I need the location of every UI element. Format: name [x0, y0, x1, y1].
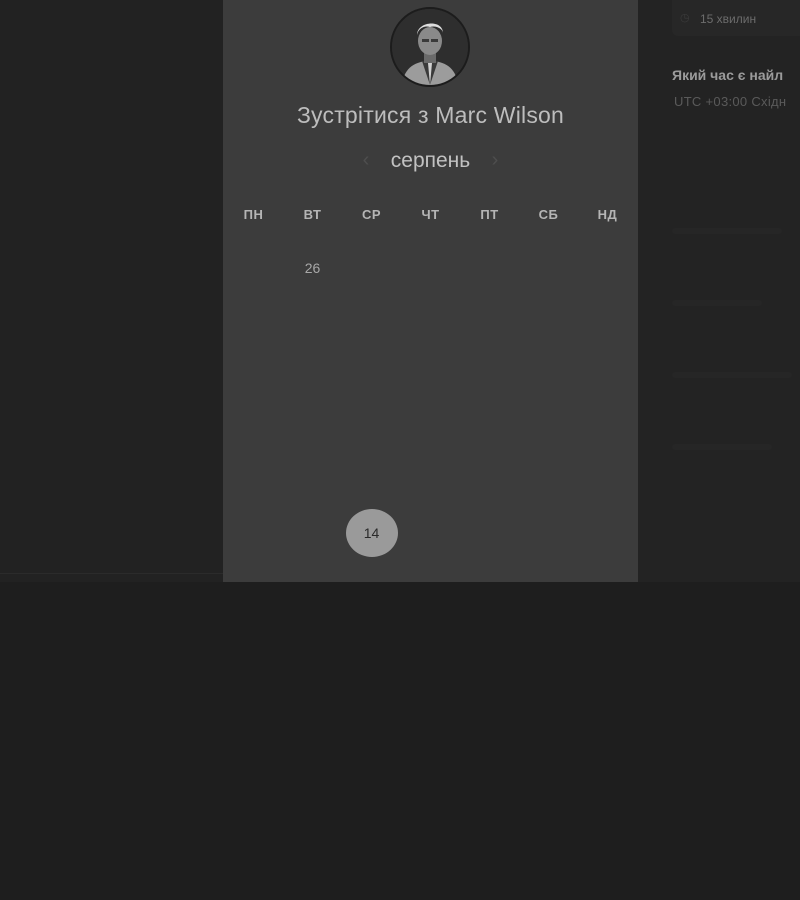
- calendar-week: 26: [223, 248, 638, 288]
- scheduler-modal: Зустрітися з Marc Wilson ‹ серпень › ПН …: [223, 0, 638, 582]
- placeholder-line: [672, 372, 792, 378]
- calendar-day-selected[interactable]: 14: [342, 509, 401, 557]
- calendar-day: [224, 301, 283, 341]
- calendar-week: 14: [223, 509, 638, 557]
- page: ◷ 15 хвилин Який час є найл UTC +03:00 С…: [0, 0, 800, 900]
- calendar-day: [224, 460, 283, 500]
- weekday-label: СБ: [538, 207, 559, 222]
- calendar-day: [401, 513, 460, 553]
- weekday-label: ВТ: [303, 207, 322, 222]
- calendar-day: [342, 301, 401, 341]
- chevron-right-icon[interactable]: ›: [485, 149, 505, 173]
- calendar-day: [342, 460, 401, 500]
- weekday-label: НД: [597, 207, 618, 222]
- weekday-label: ПН: [243, 207, 264, 222]
- calendar-day: [283, 301, 342, 341]
- calendar-day: [401, 301, 460, 341]
- duration-label: 15 хвилин: [700, 12, 757, 26]
- calendar-day: [519, 248, 578, 288]
- calendar-day-available[interactable]: 26: [283, 248, 342, 288]
- calendar-day: [224, 248, 283, 288]
- calendar-day: [519, 354, 578, 394]
- weekday-label: ЧТ: [421, 207, 440, 222]
- calendar-grid: ПН ВТ СР ЧТ ПТ СБ НД 26 14: [223, 195, 638, 575]
- calendar-day: [460, 248, 519, 288]
- calendar-day: [460, 301, 519, 341]
- duration-chip: ◷ 15 хвилин: [672, 0, 800, 36]
- clock-icon: ◷: [680, 12, 690, 24]
- calendar-day: [401, 354, 460, 394]
- calendar-day: [460, 513, 519, 553]
- weekday-label: СР: [361, 207, 382, 222]
- calendar-day: [578, 248, 637, 288]
- calendar-day: [224, 354, 283, 394]
- calendar-day: [283, 407, 342, 447]
- bottom-background: [0, 582, 800, 900]
- calendar-day: [460, 354, 519, 394]
- details-panel: [638, 0, 800, 582]
- person-icon: [392, 9, 468, 85]
- calendar-day: [578, 460, 637, 500]
- calendar-week: [223, 460, 638, 500]
- placeholder-line: [672, 228, 782, 234]
- calendar-day: [401, 407, 460, 447]
- calendar-week: [223, 407, 638, 447]
- calendar-day: [401, 460, 460, 500]
- calendar-day: [283, 460, 342, 500]
- calendar-day: [401, 248, 460, 288]
- avatar: [390, 7, 470, 87]
- weekday-label: ПТ: [480, 207, 499, 222]
- timezone-selector[interactable]: UTC +03:00 Східн: [674, 94, 786, 109]
- placeholder-line: [672, 444, 772, 450]
- calendar-day: [283, 513, 342, 553]
- weekday-header: ПН ВТ СР ЧТ ПТ СБ НД: [223, 195, 638, 235]
- month-navigation: ‹ серпень ›: [223, 147, 638, 177]
- timezone-question: Який час є найл: [672, 67, 784, 83]
- calendar-day: [519, 301, 578, 341]
- calendar-day: [342, 354, 401, 394]
- selected-day-label: 14: [345, 509, 398, 557]
- calendar-week: [223, 301, 638, 341]
- page-title: Зустрітися з Marc Wilson: [296, 102, 565, 128]
- calendar-week: [223, 354, 638, 394]
- placeholder-line: [672, 300, 762, 306]
- calendar-day: [519, 460, 578, 500]
- divider: [0, 573, 223, 574]
- calendar-day: [224, 513, 283, 553]
- calendar-day: [519, 513, 578, 553]
- calendar-day: [283, 354, 342, 394]
- calendar-day: [460, 407, 519, 447]
- calendar-day: [342, 248, 401, 288]
- calendar-day: [578, 407, 637, 447]
- calendar-day: [578, 354, 637, 394]
- calendar-day: [578, 513, 637, 553]
- left-background: [0, 0, 223, 582]
- calendar-day: [578, 301, 637, 341]
- month-label: серпень: [390, 149, 471, 172]
- calendar-day: [224, 407, 283, 447]
- calendar-day: [342, 407, 401, 447]
- calendar-day: [460, 460, 519, 500]
- calendar-day: [519, 407, 578, 447]
